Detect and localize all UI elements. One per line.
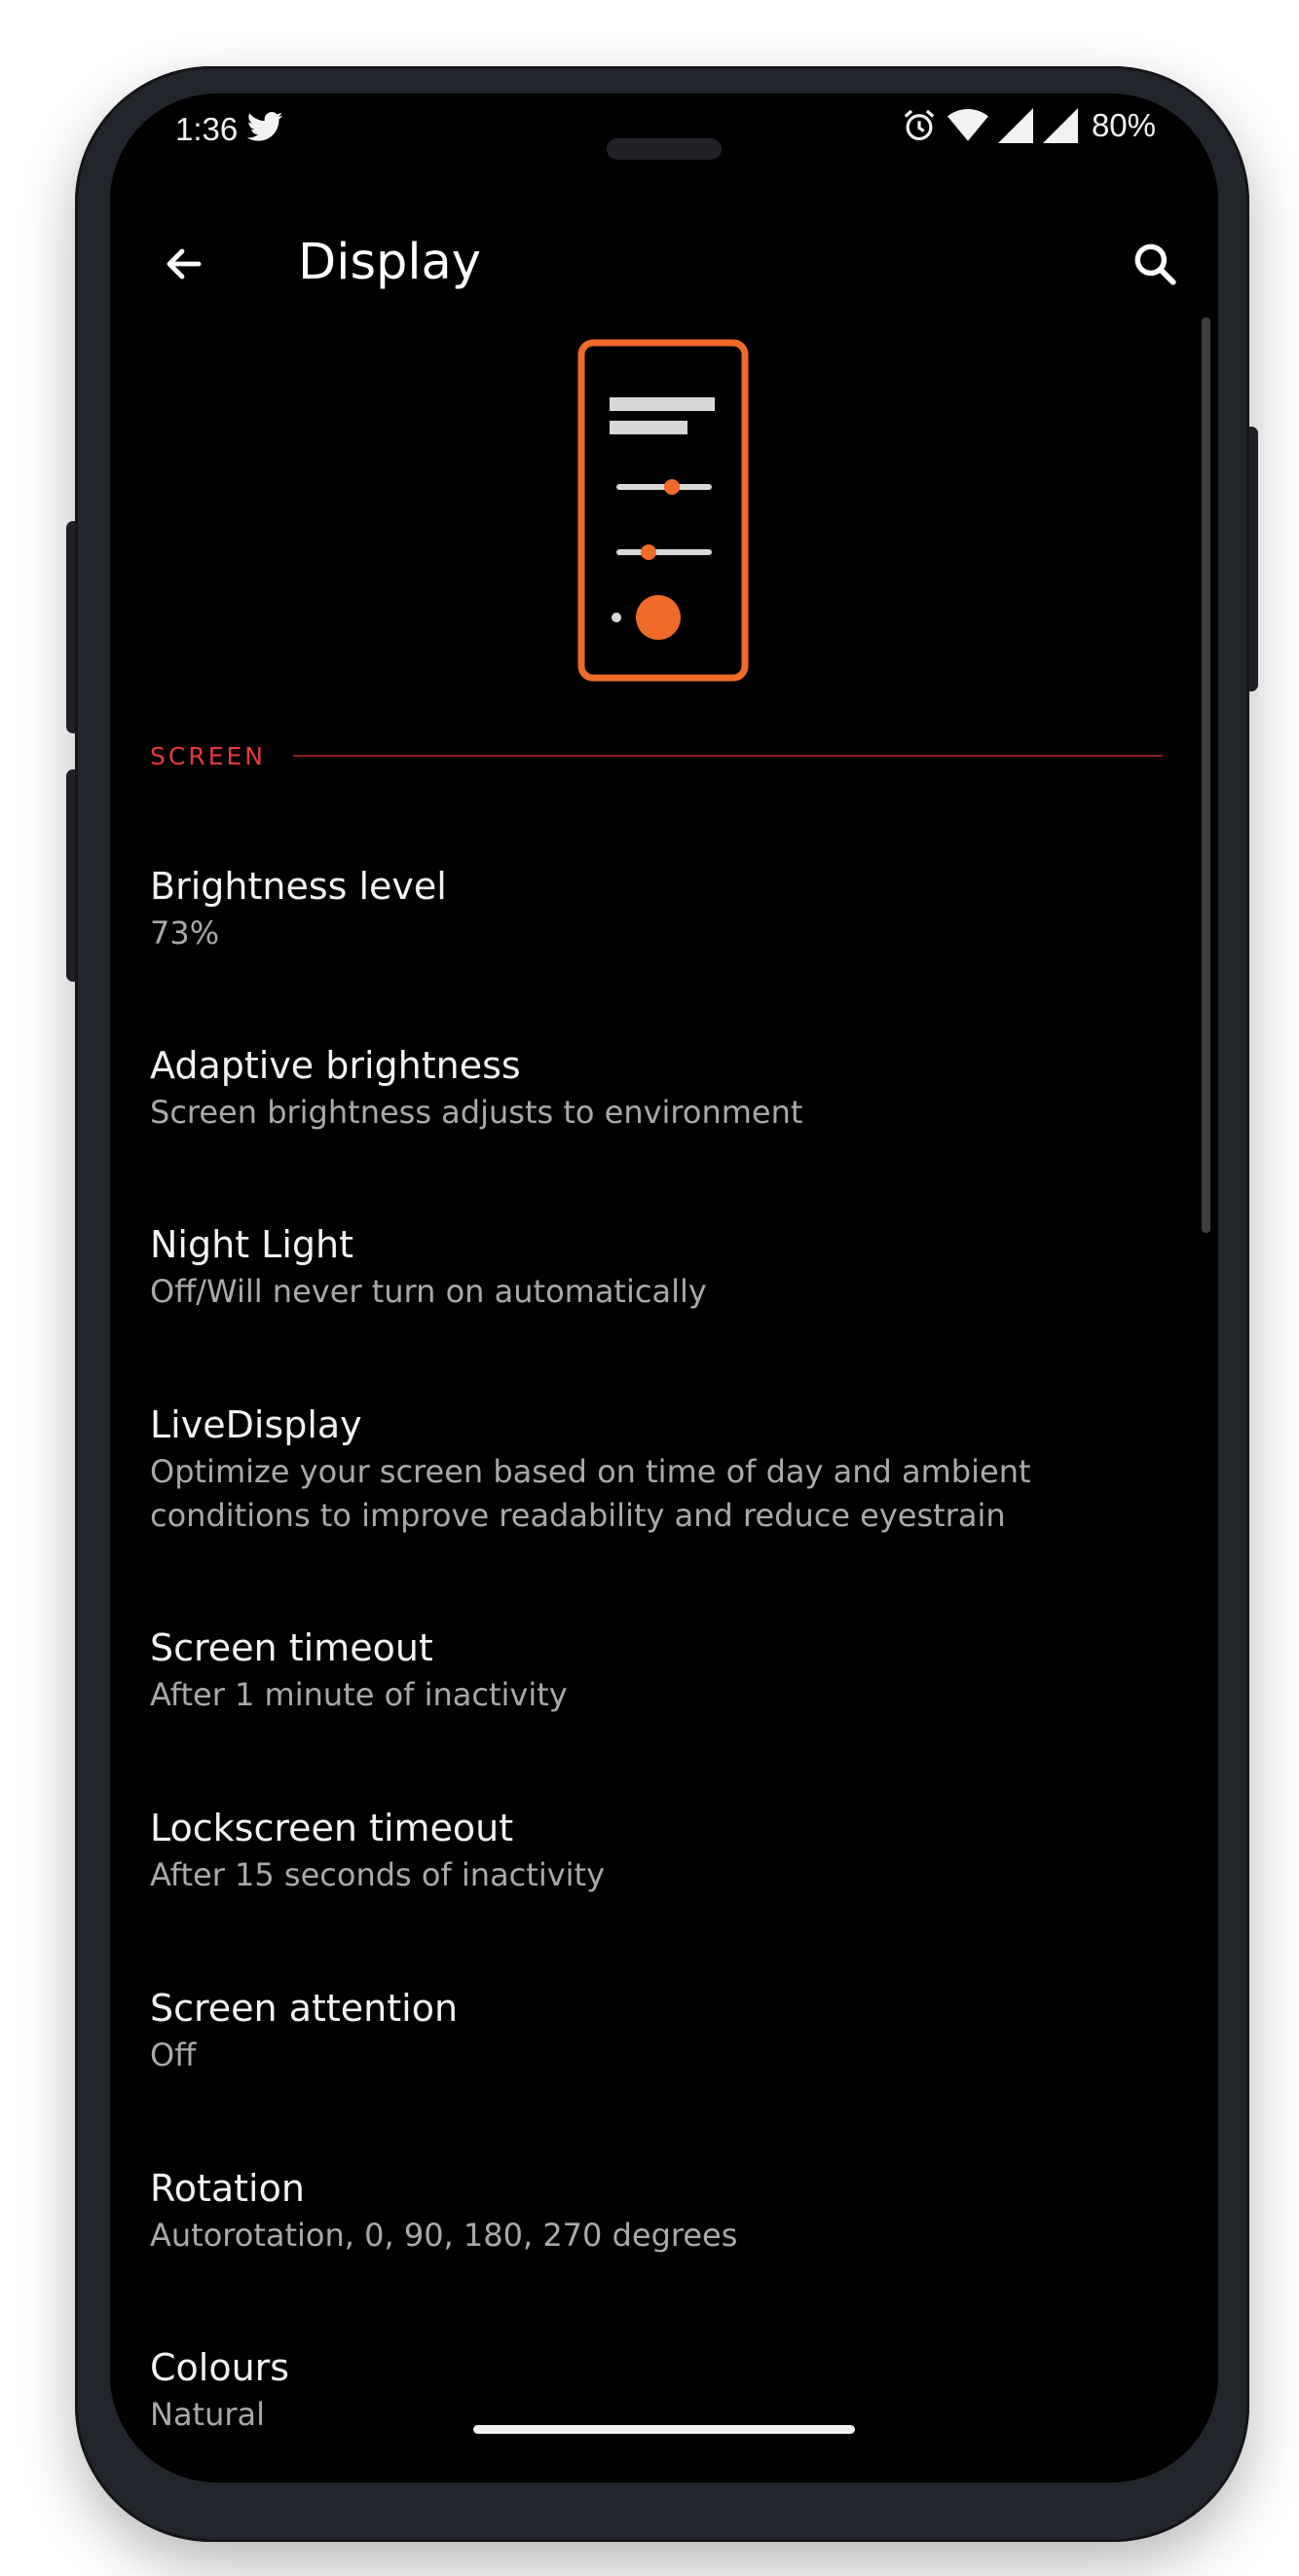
setting-summary: After 1 minute of inactivity <box>150 1676 568 1713</box>
setting-screen-attention[interactable]: Screen attention Off <box>150 1985 1182 2077</box>
status-bar: 1:36 80% <box>110 93 1218 171</box>
setting-rotation[interactable]: Rotation Autorotation, 0, 90, 180, 270 d… <box>150 2165 1182 2258</box>
setting-night-light[interactable]: Night Light Off/Will never turn on autom… <box>150 1221 1182 1314</box>
setting-summary: After 15 seconds of inactivity <box>150 1856 606 1893</box>
search-icon <box>1134 243 1176 285</box>
status-icons: 80% <box>901 107 1156 144</box>
setting-summary: Optimize your screen based on time of da… <box>150 1453 1031 1534</box>
wifi-icon <box>946 108 988 143</box>
setting-title: Night Light <box>150 1223 353 1266</box>
setting-title: Rotation <box>150 2167 305 2210</box>
battery-percentage: 80% <box>1091 107 1156 143</box>
setting-title: LiveDisplay <box>150 1403 362 1446</box>
display-settings-illustration <box>577 339 749 682</box>
scrollbar[interactable] <box>1202 317 1210 1233</box>
signal-icon <box>997 108 1033 143</box>
setting-summary: Screen brightness adjusts to environment <box>150 1094 803 1131</box>
setting-title: Brightness level <box>150 865 447 908</box>
arrow-back-icon <box>167 248 202 280</box>
section-title: SCREEN <box>150 741 266 770</box>
home-indicator[interactable] <box>473 2425 855 2434</box>
setting-summary: 73% <box>150 915 220 952</box>
setting-screen-timeout[interactable]: Screen timeout After 1 minute of inactiv… <box>150 1624 1182 1717</box>
alarm-icon <box>901 107 938 144</box>
search-button[interactable] <box>1121 230 1189 298</box>
status-time: 1:36 <box>175 111 239 147</box>
setting-summary: Autorotation, 0, 90, 180, 270 degrees <box>150 2217 738 2254</box>
setting-summary: Off <box>150 2036 197 2073</box>
setting-title: Screen timeout <box>150 1626 433 1669</box>
app-bar: Display <box>110 201 1218 317</box>
setting-colours[interactable]: Colours Natural <box>150 2344 1182 2437</box>
section-divider <box>293 755 1163 757</box>
section-header-screen: SCREEN <box>150 736 1163 775</box>
setting-livedisplay[interactable]: LiveDisplay Optimize your screen based o… <box>150 1401 1182 1538</box>
device-mockup: 1:36 80% Display SCREEN Brightness level… <box>0 0 1299 2576</box>
back-button[interactable] <box>149 230 217 298</box>
twitter-icon <box>244 107 285 146</box>
setting-brightness-level[interactable]: Brightness level 73% <box>150 863 1182 955</box>
screen: 1:36 80% Display SCREEN Brightness level… <box>110 93 1218 2483</box>
setting-title: Screen attention <box>150 1987 459 2030</box>
signal-icon <box>1042 108 1078 143</box>
setting-adaptive-brightness[interactable]: Adaptive brightness Screen brightness ad… <box>150 1042 1182 1135</box>
setting-summary: Off/Will never turn on automatically <box>150 1273 707 1310</box>
setting-title: Colours <box>150 2346 290 2389</box>
setting-title: Adaptive brightness <box>150 1044 521 1087</box>
page-title: Display <box>298 234 481 291</box>
setting-lockscreen-timeout[interactable]: Lockscreen timeout After 15 seconds of i… <box>150 1805 1182 1897</box>
setting-title: Lockscreen timeout <box>150 1807 514 1849</box>
